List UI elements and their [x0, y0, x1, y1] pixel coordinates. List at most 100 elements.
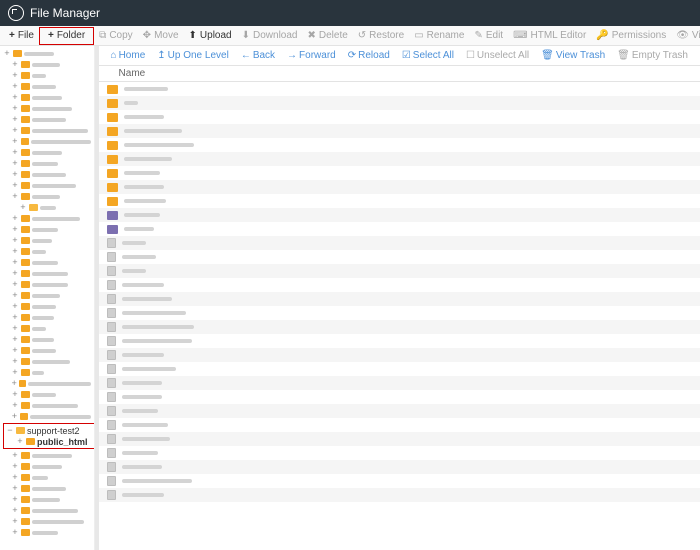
tree-node[interactable]: + [3, 147, 91, 158]
file-row[interactable] [99, 418, 700, 432]
file-row[interactable] [99, 348, 700, 362]
expand-icon[interactable]: + [11, 137, 19, 147]
tree-node[interactable]: + [3, 191, 91, 202]
expand-icon[interactable]: + [11, 357, 19, 367]
expand-icon[interactable]: + [11, 451, 19, 461]
tree-node[interactable]: + [3, 323, 91, 334]
home-button[interactable]: ⌂Home [105, 47, 152, 65]
file-row[interactable] [99, 124, 700, 138]
expand-icon[interactable]: + [11, 170, 19, 180]
tree-node[interactable]: + [3, 48, 91, 59]
expand-icon[interactable]: + [11, 214, 19, 224]
tree-node[interactable]: + [3, 389, 91, 400]
file-row[interactable] [99, 264, 700, 278]
file-row[interactable] [99, 320, 700, 334]
file-row[interactable] [99, 390, 700, 404]
tree-node[interactable]: + [3, 356, 91, 367]
file-row[interactable] [99, 306, 700, 320]
tree-node[interactable]: + [3, 516, 91, 527]
file-row[interactable] [99, 96, 700, 110]
tree-node[interactable]: + [3, 92, 91, 103]
expand-icon[interactable]: + [11, 324, 19, 334]
expand-icon[interactable]: + [11, 192, 19, 202]
expand-icon[interactable]: + [11, 115, 19, 125]
up-level-button[interactable]: ↥Up One Level [151, 47, 235, 65]
file-row[interactable] [99, 432, 700, 446]
file-row[interactable] [99, 82, 700, 96]
restore-button[interactable]: ↺Restore [353, 27, 409, 45]
tree-node[interactable]: + [3, 114, 91, 125]
file-row[interactable] [99, 250, 700, 264]
expand-icon[interactable]: + [11, 506, 19, 516]
file-row[interactable] [99, 404, 700, 418]
tree-node[interactable]: + [3, 81, 91, 92]
column-header-row[interactable]: Name [99, 66, 700, 82]
expand-icon[interactable]: + [11, 291, 19, 301]
tree-node[interactable]: + [3, 411, 91, 422]
expand-icon[interactable]: + [11, 517, 19, 527]
tree-node[interactable]: + [3, 290, 91, 301]
expand-icon[interactable]: + [11, 401, 19, 411]
tree-node[interactable]: + [3, 70, 91, 81]
tree-node[interactable]: + [3, 125, 91, 136]
file-row[interactable] [99, 152, 700, 166]
edit-button[interactable]: ✎Edit [469, 27, 508, 45]
rename-button[interactable]: ▭Rename [409, 27, 469, 45]
file-row[interactable] [99, 446, 700, 460]
tree-node[interactable]: + [3, 169, 91, 180]
tree-node[interactable]: + [3, 494, 91, 505]
file-row[interactable] [99, 236, 700, 250]
expand-icon[interactable]: + [11, 473, 19, 483]
move-button[interactable]: ✥Move [138, 27, 184, 45]
file-row[interactable] [99, 460, 700, 474]
expand-icon[interactable]: + [11, 225, 19, 235]
expand-icon[interactable]: + [11, 269, 19, 279]
expand-icon[interactable]: + [11, 93, 19, 103]
tree-node[interactable]: + [3, 334, 91, 345]
tree-node[interactable]: + [3, 268, 91, 279]
forward-button[interactable]: →Forward [281, 47, 342, 65]
expand-icon[interactable]: + [11, 390, 19, 400]
tree-node[interactable]: + [3, 472, 91, 483]
file-row[interactable] [99, 194, 700, 208]
tree-node[interactable]: + [3, 59, 91, 70]
tree-node[interactable]: + [3, 450, 91, 461]
file-row[interactable] [99, 138, 700, 152]
file-row[interactable] [99, 488, 700, 502]
copy-button[interactable]: ⧉Copy [94, 27, 138, 45]
file-row[interactable] [99, 334, 700, 348]
expand-icon[interactable]: + [11, 462, 19, 472]
tree-node[interactable]: + [3, 103, 91, 114]
expand-icon[interactable]: + [11, 60, 19, 70]
file-row[interactable] [99, 222, 700, 236]
expand-icon[interactable]: + [11, 280, 19, 290]
file-row[interactable] [99, 292, 700, 306]
expand-icon[interactable]: + [11, 104, 19, 114]
view-button[interactable]: 👁View [671, 27, 700, 45]
expand-icon[interactable]: + [11, 484, 19, 494]
empty-trash-button[interactable]: 🗑Empty Trash [611, 47, 694, 65]
expand-icon[interactable]: + [11, 159, 19, 169]
tree-node[interactable]: + [3, 202, 91, 213]
file-row[interactable] [99, 166, 700, 180]
tree-node[interactable]: + [3, 213, 91, 224]
collapse-icon[interactable]: − [6, 426, 14, 436]
expand-icon[interactable]: + [11, 247, 19, 257]
expand-icon[interactable]: + [11, 126, 19, 136]
tree-node[interactable]: + [3, 461, 91, 472]
file-row[interactable] [99, 376, 700, 390]
file-row[interactable] [99, 278, 700, 292]
expand-icon[interactable]: + [11, 368, 19, 378]
new-file-button[interactable]: +File [4, 27, 39, 45]
unselect-all-button[interactable]: ☐Unselect All [460, 47, 535, 65]
tree-node[interactable]: + [3, 367, 91, 378]
upload-button[interactable]: ⬆Upload [184, 27, 237, 45]
expand-icon[interactable]: + [11, 302, 19, 312]
tree-node[interactable]: + [3, 312, 91, 323]
select-all-button[interactable]: ☑Select All [396, 47, 460, 65]
reload-button[interactable]: ⟳Reload [342, 47, 396, 65]
expand-icon[interactable]: + [11, 335, 19, 345]
tree-node-public-html[interactable]: +public_html [6, 436, 95, 447]
expand-icon[interactable]: + [16, 437, 24, 447]
expand-icon[interactable]: + [11, 528, 19, 538]
